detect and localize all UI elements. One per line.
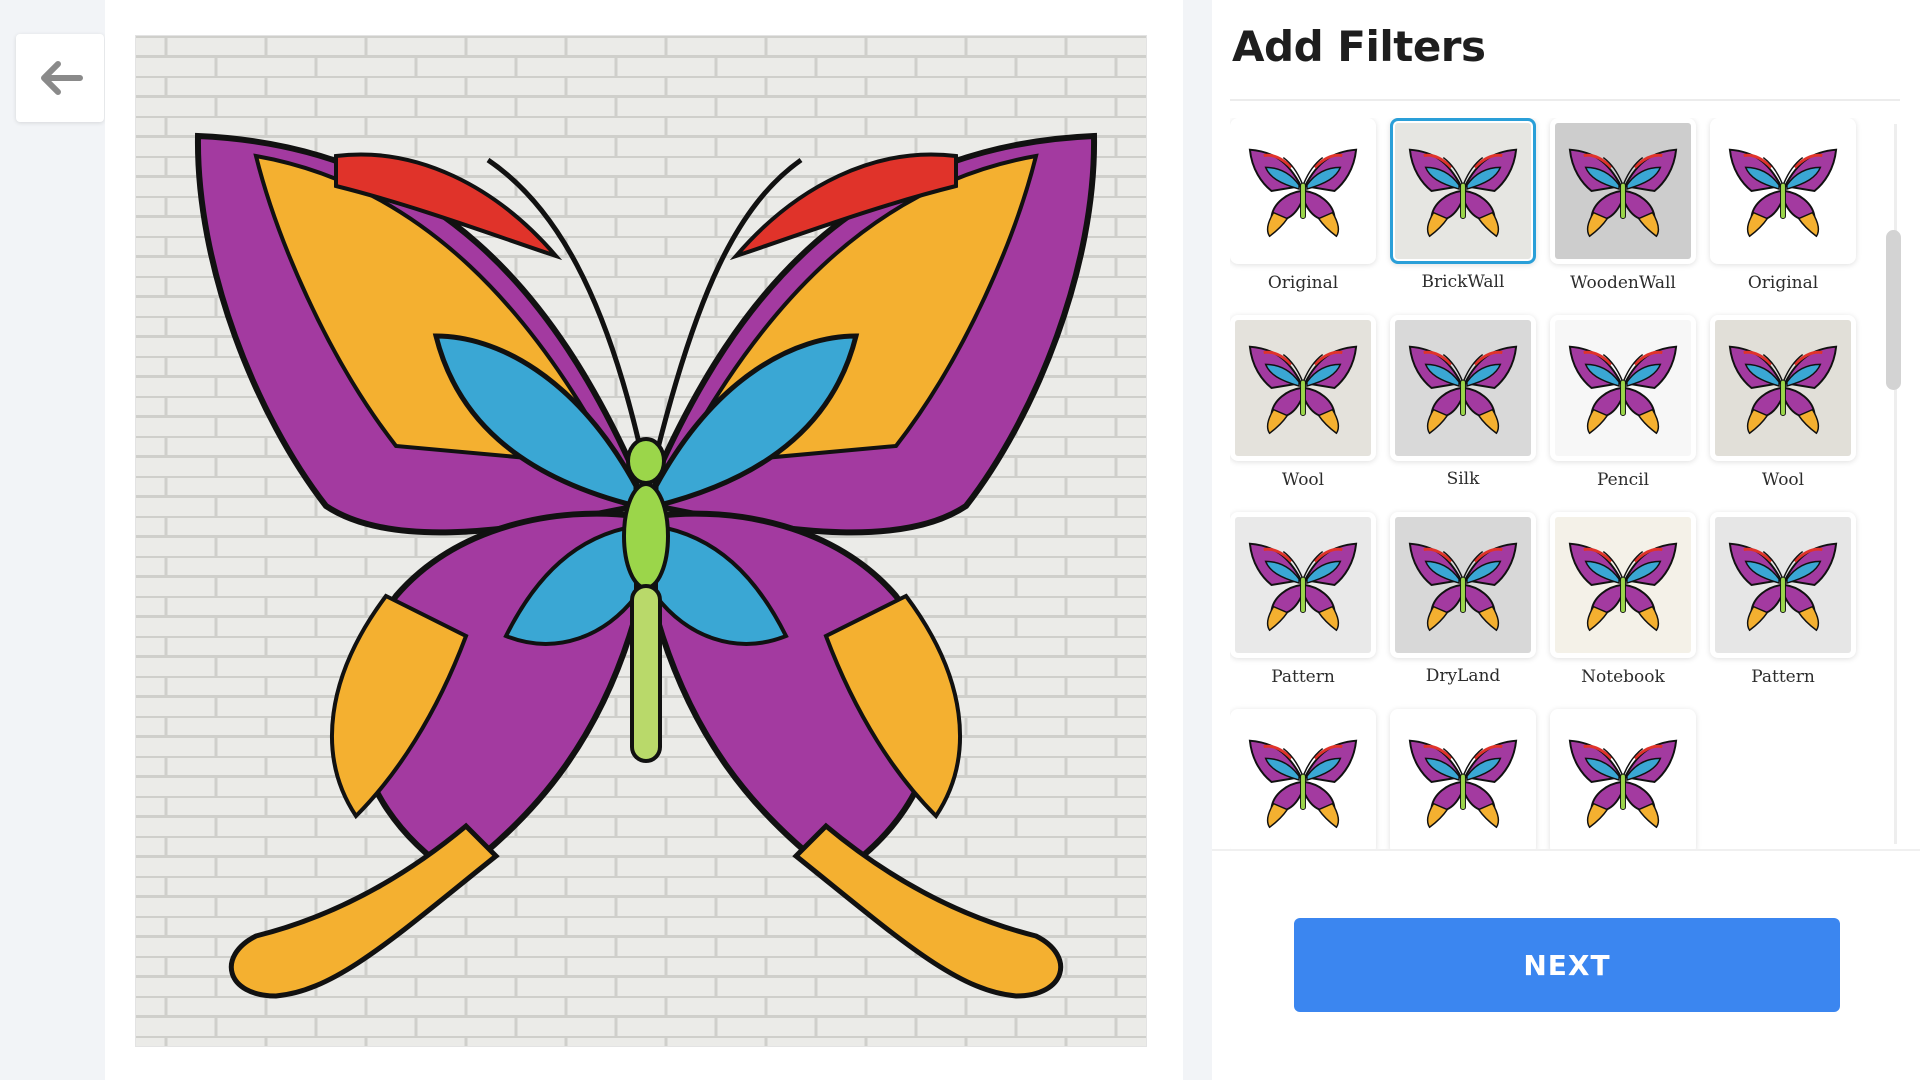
filter-thumbnail <box>1235 517 1371 653</box>
filter-label: Pattern <box>1751 667 1815 687</box>
filter-label: BrickWall <box>1421 272 1505 292</box>
filter-option[interactable] <box>1230 512 1376 658</box>
filter-thumbnail <box>1395 123 1531 259</box>
image-preview <box>135 35 1147 1047</box>
filter-option[interactable] <box>1230 118 1376 264</box>
filter-thumbnail <box>1715 517 1851 653</box>
filter-thumbnail <box>1235 320 1371 456</box>
filter-option[interactable] <box>1550 709 1696 850</box>
scrollbar-thumb[interactable] <box>1886 230 1901 390</box>
filter-label: Silk <box>1446 469 1480 489</box>
filter-option[interactable] <box>1230 709 1376 850</box>
filter-thumbnail <box>1715 320 1851 456</box>
filter-label: DryLand <box>1425 666 1501 686</box>
filter-option[interactable] <box>1710 118 1856 264</box>
filter-thumbnail <box>1715 123 1851 259</box>
filter-label: Wool <box>1281 470 1325 490</box>
filter-thumbnail <box>1235 123 1371 259</box>
filter-label: Notebook <box>1581 667 1665 687</box>
filter-thumbnail <box>1395 517 1531 653</box>
filter-option[interactable] <box>1390 315 1536 461</box>
filter-thumbnail <box>1555 123 1691 259</box>
butterfly-artwork <box>136 36 1146 1046</box>
filter-option[interactable] <box>1230 315 1376 461</box>
filter-label: Pencil <box>1596 470 1650 490</box>
filter-thumbnail <box>1395 320 1531 456</box>
panel-title: Add Filters <box>1232 22 1486 71</box>
filter-option[interactable] <box>1390 118 1536 264</box>
filter-thumbnail <box>1555 517 1691 653</box>
filter-option[interactable] <box>1550 118 1696 264</box>
filter-thumbnail <box>1555 320 1691 456</box>
filter-label: Wool <box>1761 470 1805 490</box>
canvas-panel <box>105 0 1183 1080</box>
divider <box>1212 849 1920 851</box>
filter-label: Pattern <box>1271 667 1335 687</box>
filter-option[interactable] <box>1390 512 1536 658</box>
filter-thumbnail <box>1235 714 1371 850</box>
filter-label: Original <box>1267 273 1339 293</box>
filter-option[interactable] <box>1710 315 1856 461</box>
filter-thumbnail <box>1395 714 1531 850</box>
next-button[interactable]: NEXT <box>1294 918 1840 1012</box>
divider <box>1230 99 1900 101</box>
filter-label: Original <box>1747 273 1819 293</box>
filter-thumbnail <box>1555 714 1691 850</box>
filter-option[interactable] <box>1390 709 1536 850</box>
back-button[interactable] <box>16 34 104 122</box>
filter-grid: Original BrickWall WoodenWall Original Wool S… <box>1230 118 1910 850</box>
arrow-left-icon <box>41 61 83 95</box>
filter-option[interactable] <box>1550 315 1696 461</box>
filter-option[interactable] <box>1710 512 1856 658</box>
filter-label: WoodenWall <box>1570 273 1676 293</box>
filter-option[interactable] <box>1550 512 1696 658</box>
